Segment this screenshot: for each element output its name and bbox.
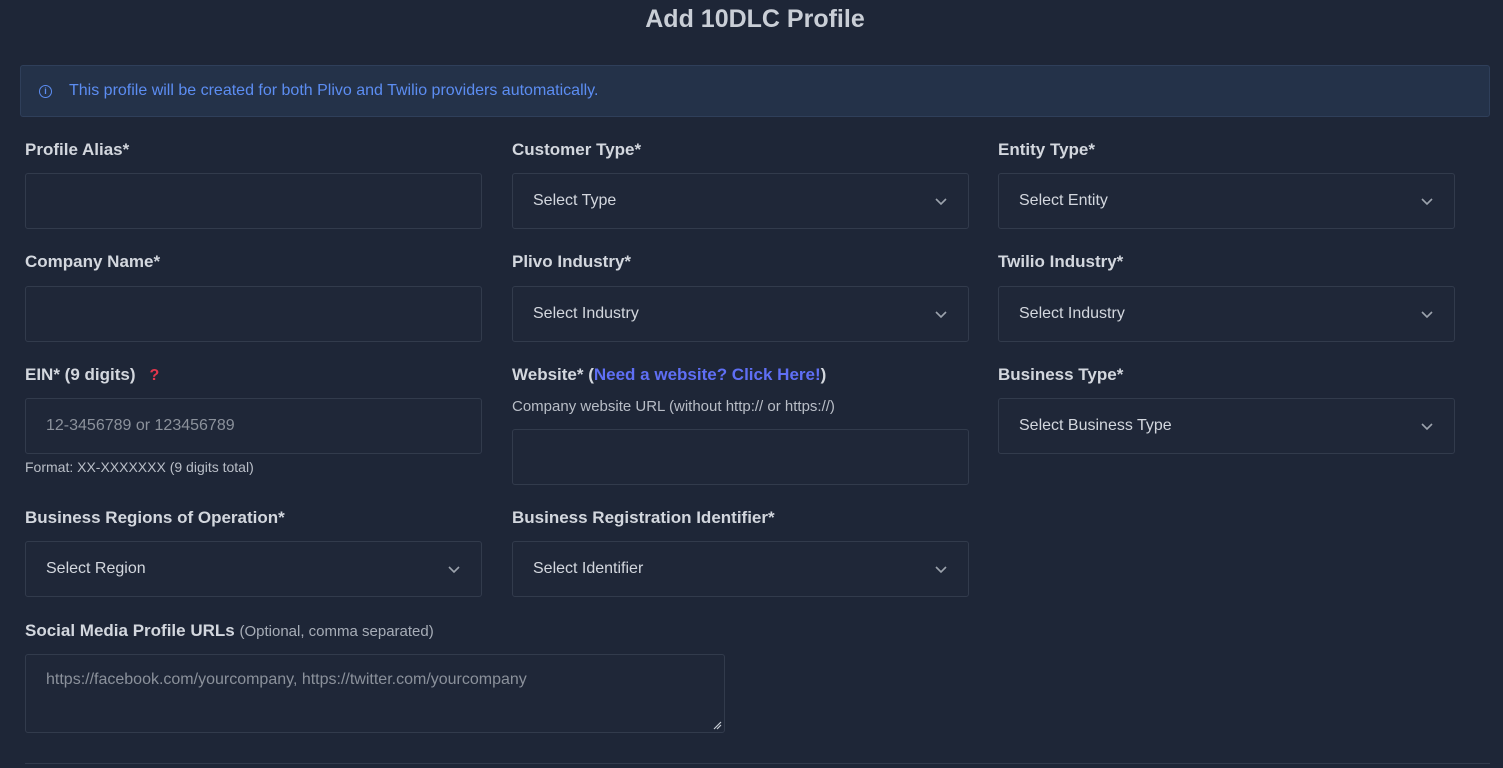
customer-type-selected: Select Type — [533, 192, 617, 209]
chevron-down-icon — [1421, 423, 1433, 431]
twilio-industry-selected: Select Industry — [1019, 305, 1125, 322]
business-type-select[interactable]: Select Business Type — [998, 398, 1455, 454]
business-registration-identifier-selected: Select Identifier — [533, 560, 644, 577]
info-banner-text: This profile will be created for both Pl… — [69, 82, 599, 99]
chevron-down-icon — [935, 311, 947, 319]
question-mark-icon[interactable]: ? — [150, 367, 160, 384]
twilio-industry-select[interactable]: Select Industry — [998, 286, 1455, 342]
website-hint: Company website URL (without http:// or … — [512, 398, 835, 415]
need-website-link[interactable]: Need a website? Click Here! — [594, 365, 821, 384]
info-banner: i This profile will be created for both … — [20, 65, 1490, 117]
ein-placeholder: 12-3456789 or 123456789 — [46, 417, 235, 434]
entity-type-label: Entity Type* — [998, 140, 1095, 159]
page-title: Add 10DLC Profile — [645, 5, 865, 33]
plivo-industry-select[interactable]: Select Industry — [512, 286, 969, 342]
add-10dlc-profile-page: Add 10DLC Profile i This profile will be… — [0, 0, 1503, 768]
business-regions-label: Business Regions of Operation* — [25, 508, 285, 527]
form-divider — [25, 763, 1490, 764]
business-regions-selected: Select Region — [46, 560, 146, 577]
business-registration-identifier-label: Business Registration Identifier* — [512, 508, 775, 527]
resize-handle-icon[interactable] — [713, 721, 722, 730]
entity-type-select[interactable]: Select Entity — [998, 173, 1455, 229]
website-label-suffix: ) — [820, 365, 827, 384]
plivo-industry-selected: Select Industry — [533, 305, 639, 322]
customer-type-label: Customer Type* — [512, 140, 642, 159]
social-media-label-text: Social Media Profile URLs — [25, 621, 235, 640]
chevron-down-icon — [1421, 198, 1433, 206]
plivo-industry-label: Plivo Industry* — [512, 252, 632, 271]
entity-type-selected: Select Entity — [1019, 192, 1108, 209]
business-type-label: Business Type* — [998, 365, 1124, 384]
company-name-label: Company Name* — [25, 252, 161, 271]
social-media-placeholder: https://facebook.com/yourcompany, https:… — [46, 671, 527, 688]
business-type-selected: Select Business Type — [1019, 417, 1172, 434]
chevron-down-icon — [448, 566, 460, 574]
business-regions-select[interactable]: Select Region — [25, 541, 482, 597]
business-registration-identifier-select[interactable]: Select Identifier — [512, 541, 969, 597]
twilio-industry-label: Twilio Industry* — [998, 252, 1124, 271]
customer-type-select[interactable]: Select Type — [512, 173, 969, 229]
profile-alias-input[interactable] — [25, 173, 482, 229]
ein-label: EIN* (9 digits)? — [25, 365, 159, 385]
company-name-input[interactable] — [25, 286, 482, 342]
website-input[interactable] — [512, 429, 969, 485]
website-label-prefix: Website* ( — [512, 365, 594, 384]
ein-label-text: EIN* (9 digits) — [25, 365, 136, 384]
profile-alias-label: Profile Alias* — [25, 140, 130, 159]
website-label: Website* (Need a website? Click Here!) — [512, 365, 826, 385]
social-media-label: Social Media Profile URLs (Optional, com… — [25, 621, 434, 641]
social-media-label-note: (Optional, comma separated) — [239, 623, 434, 640]
chevron-down-icon — [1421, 311, 1433, 319]
chevron-down-icon — [935, 566, 947, 574]
ein-format-hint: Format: XX-XXXXXXX (9 digits total) — [25, 459, 254, 475]
info-circle-icon: i — [39, 84, 52, 98]
ein-input[interactable]: 12-3456789 or 123456789 — [25, 398, 482, 454]
social-media-textarea[interactable]: https://facebook.com/yourcompany, https:… — [25, 654, 725, 733]
chevron-down-icon — [935, 198, 947, 206]
